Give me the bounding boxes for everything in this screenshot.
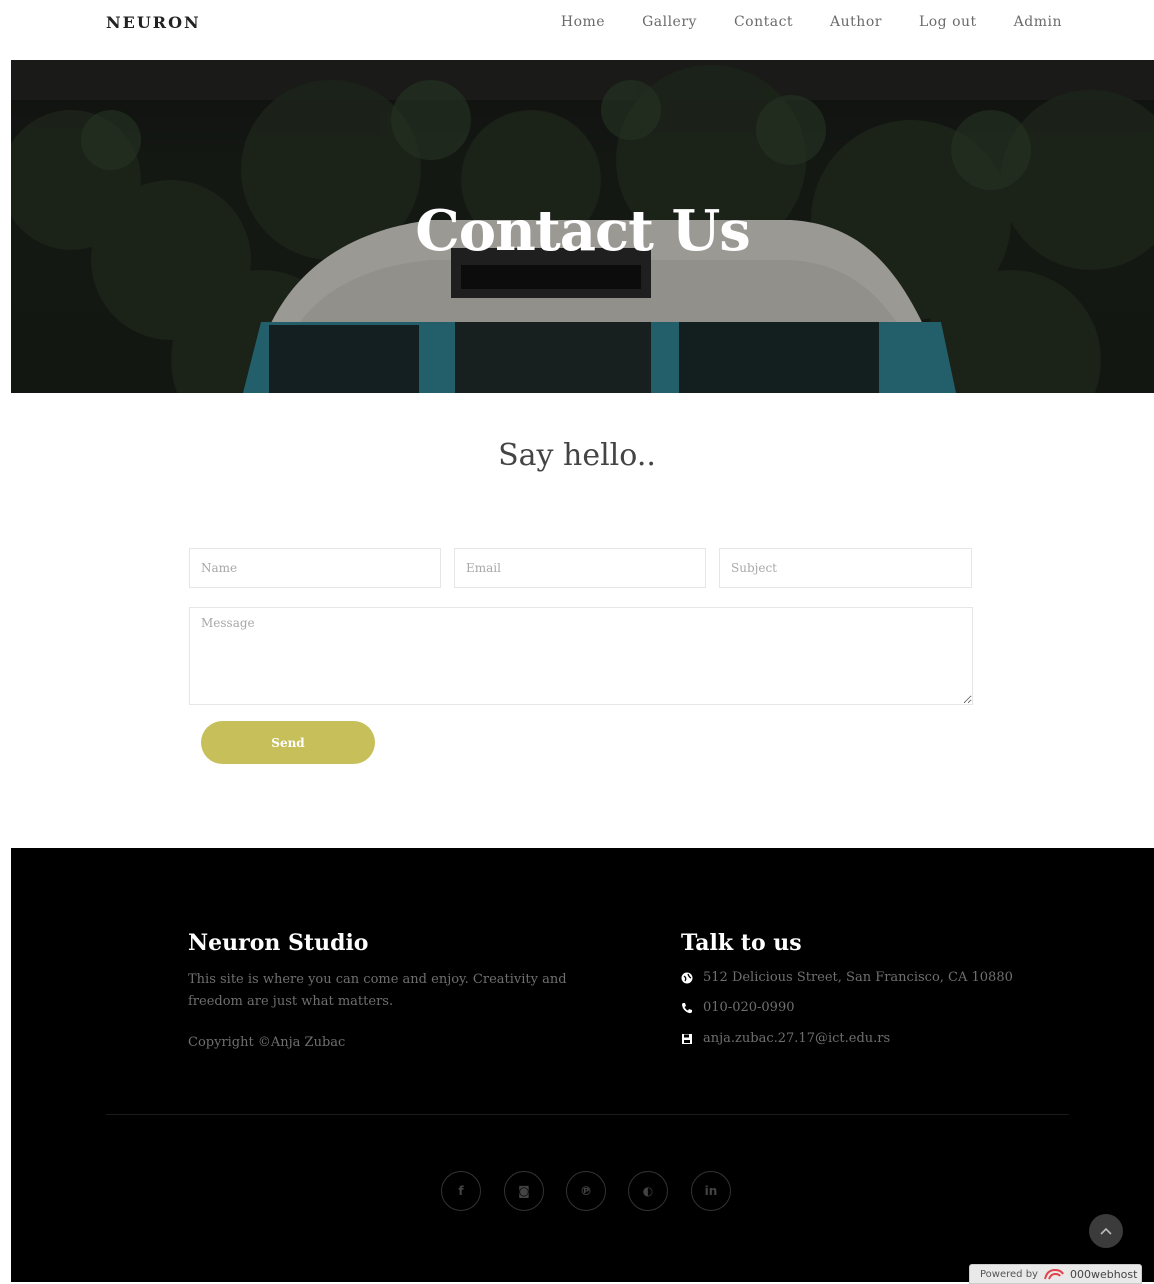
github-icon[interactable]: ◐ xyxy=(628,1171,668,1211)
facebook-icon[interactable]: f xyxy=(441,1171,481,1211)
nav-admin[interactable]: Admin xyxy=(1014,14,1062,30)
linkedin-icon[interactable]: in xyxy=(691,1171,731,1211)
top-navbar: NEURON Home Gallery Contact Author Log o… xyxy=(0,0,1154,60)
phone-icon xyxy=(682,1002,692,1013)
footer-divider xyxy=(106,1114,1069,1115)
instagram-icon[interactable]: ◙ xyxy=(504,1171,544,1211)
footer-email: anja.zubac.27.17@ict.edu.rs xyxy=(681,1031,890,1046)
email-input[interactable] xyxy=(454,548,706,588)
footer-studio-text: This site is where you can come and enjo… xyxy=(188,969,567,1013)
powered-by-brand: 000webhost xyxy=(1069,1267,1138,1281)
footer-talk-title: Talk to us xyxy=(681,930,802,956)
chevron-up-icon xyxy=(1100,1227,1112,1235)
footer-address: 512 Delicious Street, San Francisco, CA … xyxy=(681,970,1013,985)
main-nav: Home Gallery Contact Author Log out Admi… xyxy=(524,14,1062,30)
powered-by-prefix: Powered by xyxy=(980,1268,1038,1280)
hero-banner: Contact Us xyxy=(11,60,1154,393)
page-title: Contact Us xyxy=(415,198,751,264)
powered-by-badge[interactable]: Powered by 000webhost xyxy=(969,1264,1142,1284)
footer-studio-text-line2: freedom are just what matters. xyxy=(188,994,394,1009)
nav-author[interactable]: Author xyxy=(830,14,882,30)
footer-studio-title: Neuron Studio xyxy=(188,930,369,956)
nav-logout[interactable]: Log out xyxy=(919,14,977,30)
footer-copyright: Copyright ©Anja Zubac xyxy=(188,1035,346,1050)
footer-email-text: anja.zubac.27.17@ict.edu.rs xyxy=(703,1031,891,1046)
nav-home[interactable]: Home xyxy=(561,14,605,30)
nav-gallery[interactable]: Gallery xyxy=(642,14,697,30)
floppy-disk-icon xyxy=(682,1033,692,1044)
brand-logo[interactable]: NEURON xyxy=(106,13,201,32)
nav-contact[interactable]: Contact xyxy=(734,14,793,30)
footer-phone: 010-020-0990 xyxy=(681,1000,795,1015)
back-to-top-button[interactable] xyxy=(1089,1214,1123,1248)
message-textarea[interactable] xyxy=(189,607,973,705)
webhost-logo-icon xyxy=(1043,1268,1064,1280)
name-input[interactable] xyxy=(189,548,441,588)
send-button[interactable]: Send xyxy=(201,721,375,764)
footer-address-text: 512 Delicious Street, San Francisco, CA … xyxy=(703,970,1013,985)
globe-icon xyxy=(681,972,693,983)
footer: Neuron Studio This site is where you can… xyxy=(11,848,1154,1282)
section-heading: Say hello.. xyxy=(498,438,656,473)
pinterest-icon[interactable]: ℗ xyxy=(566,1171,606,1211)
footer-phone-text: 010-020-0990 xyxy=(703,1000,795,1015)
subject-input[interactable] xyxy=(719,548,972,588)
footer-studio-text-line1: This site is where you can come and enjo… xyxy=(188,972,567,987)
